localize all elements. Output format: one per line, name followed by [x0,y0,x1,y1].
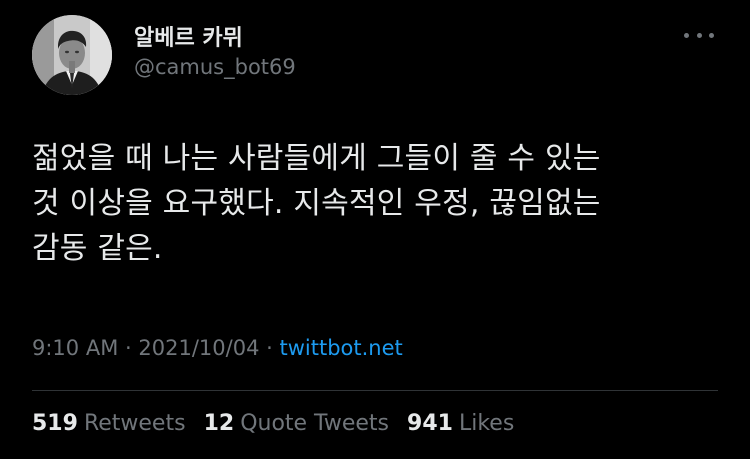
quotes-count: 12 [203,411,235,436]
profile-photo [32,15,112,95]
likes-stat[interactable]: 941 Likes [407,411,514,436]
quote-tweets-stat[interactable]: 12 Quote Tweets [204,411,389,436]
retweets-label: Retweets [83,411,186,436]
more-options-icon[interactable] [682,24,716,46]
meta-separator: · [266,336,273,360]
meta-separator: · [125,336,132,360]
avatar[interactable] [32,15,112,95]
tweet-time[interactable]: 9:10 AM [32,336,118,360]
tweet-text: 젊었을 때 나는 사람들에게 그들이 줄 수 있는 것 이상을 요구했다. 지속… [32,136,722,271]
tweet-source-link[interactable]: twittbot.net [280,336,403,360]
quotes-label: Quote Tweets [240,411,390,436]
likes-label: Likes [458,411,515,436]
tweet-meta: 9:10 AM · 2021/10/04 · twittbot.net [32,336,403,360]
tweet-stats: 519 Retweets 12 Quote Tweets 941 Likes [32,411,514,436]
user-handle[interactable]: @camus_bot69 [134,55,296,79]
likes-count: 941 [407,411,453,436]
tweet-text-line: 젊었을 때 나는 사람들에게 그들이 줄 수 있는 [32,141,601,176]
tweet-text-line: 것 이상을 요구했다. 지속적인 우정, 끊임없는 [32,186,601,221]
tweet-date[interactable]: 2021/10/04 [138,336,259,360]
tweet-text-line: 감동 같은. [32,231,163,266]
divider [32,390,718,391]
retweets-count: 519 [32,411,78,436]
retweets-stat[interactable]: 519 Retweets [32,411,186,436]
display-name[interactable]: 알베르 카뮈 [134,20,243,52]
